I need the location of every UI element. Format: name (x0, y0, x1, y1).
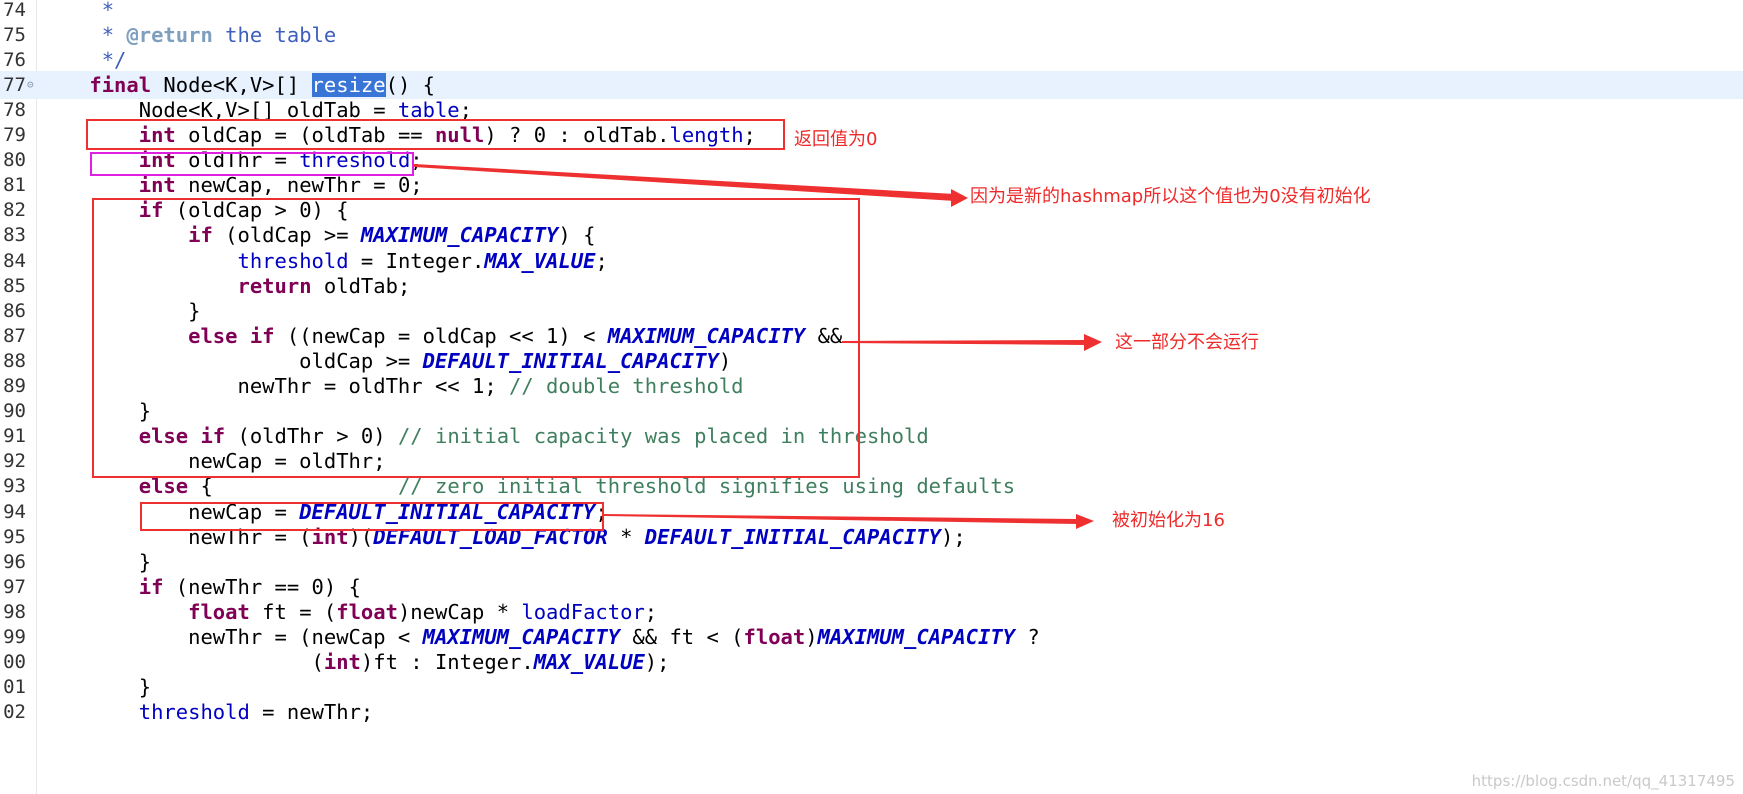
note-return-zero: 返回值为0 (794, 129, 878, 150)
code-editor[interactable]: 74 * 75 * @return the table 76 */77 ⊝ final… (0, 0, 1743, 794)
note-init-16: 被初始化为16 (1112, 510, 1225, 531)
arrow-oldthr (414, 164, 968, 207)
note-not-run: 这一部分不会运行 (1115, 332, 1259, 353)
arrow-if-block (842, 334, 1102, 351)
note-new-hashmap: 因为是新的hashmap所以这个值也为0没有初始化 (970, 186, 1371, 207)
watermark: https://blog.csdn.net/qq_41317495 (1471, 772, 1735, 790)
arrow-newcap (604, 514, 1094, 529)
annotation-arrows (414, 164, 1102, 529)
